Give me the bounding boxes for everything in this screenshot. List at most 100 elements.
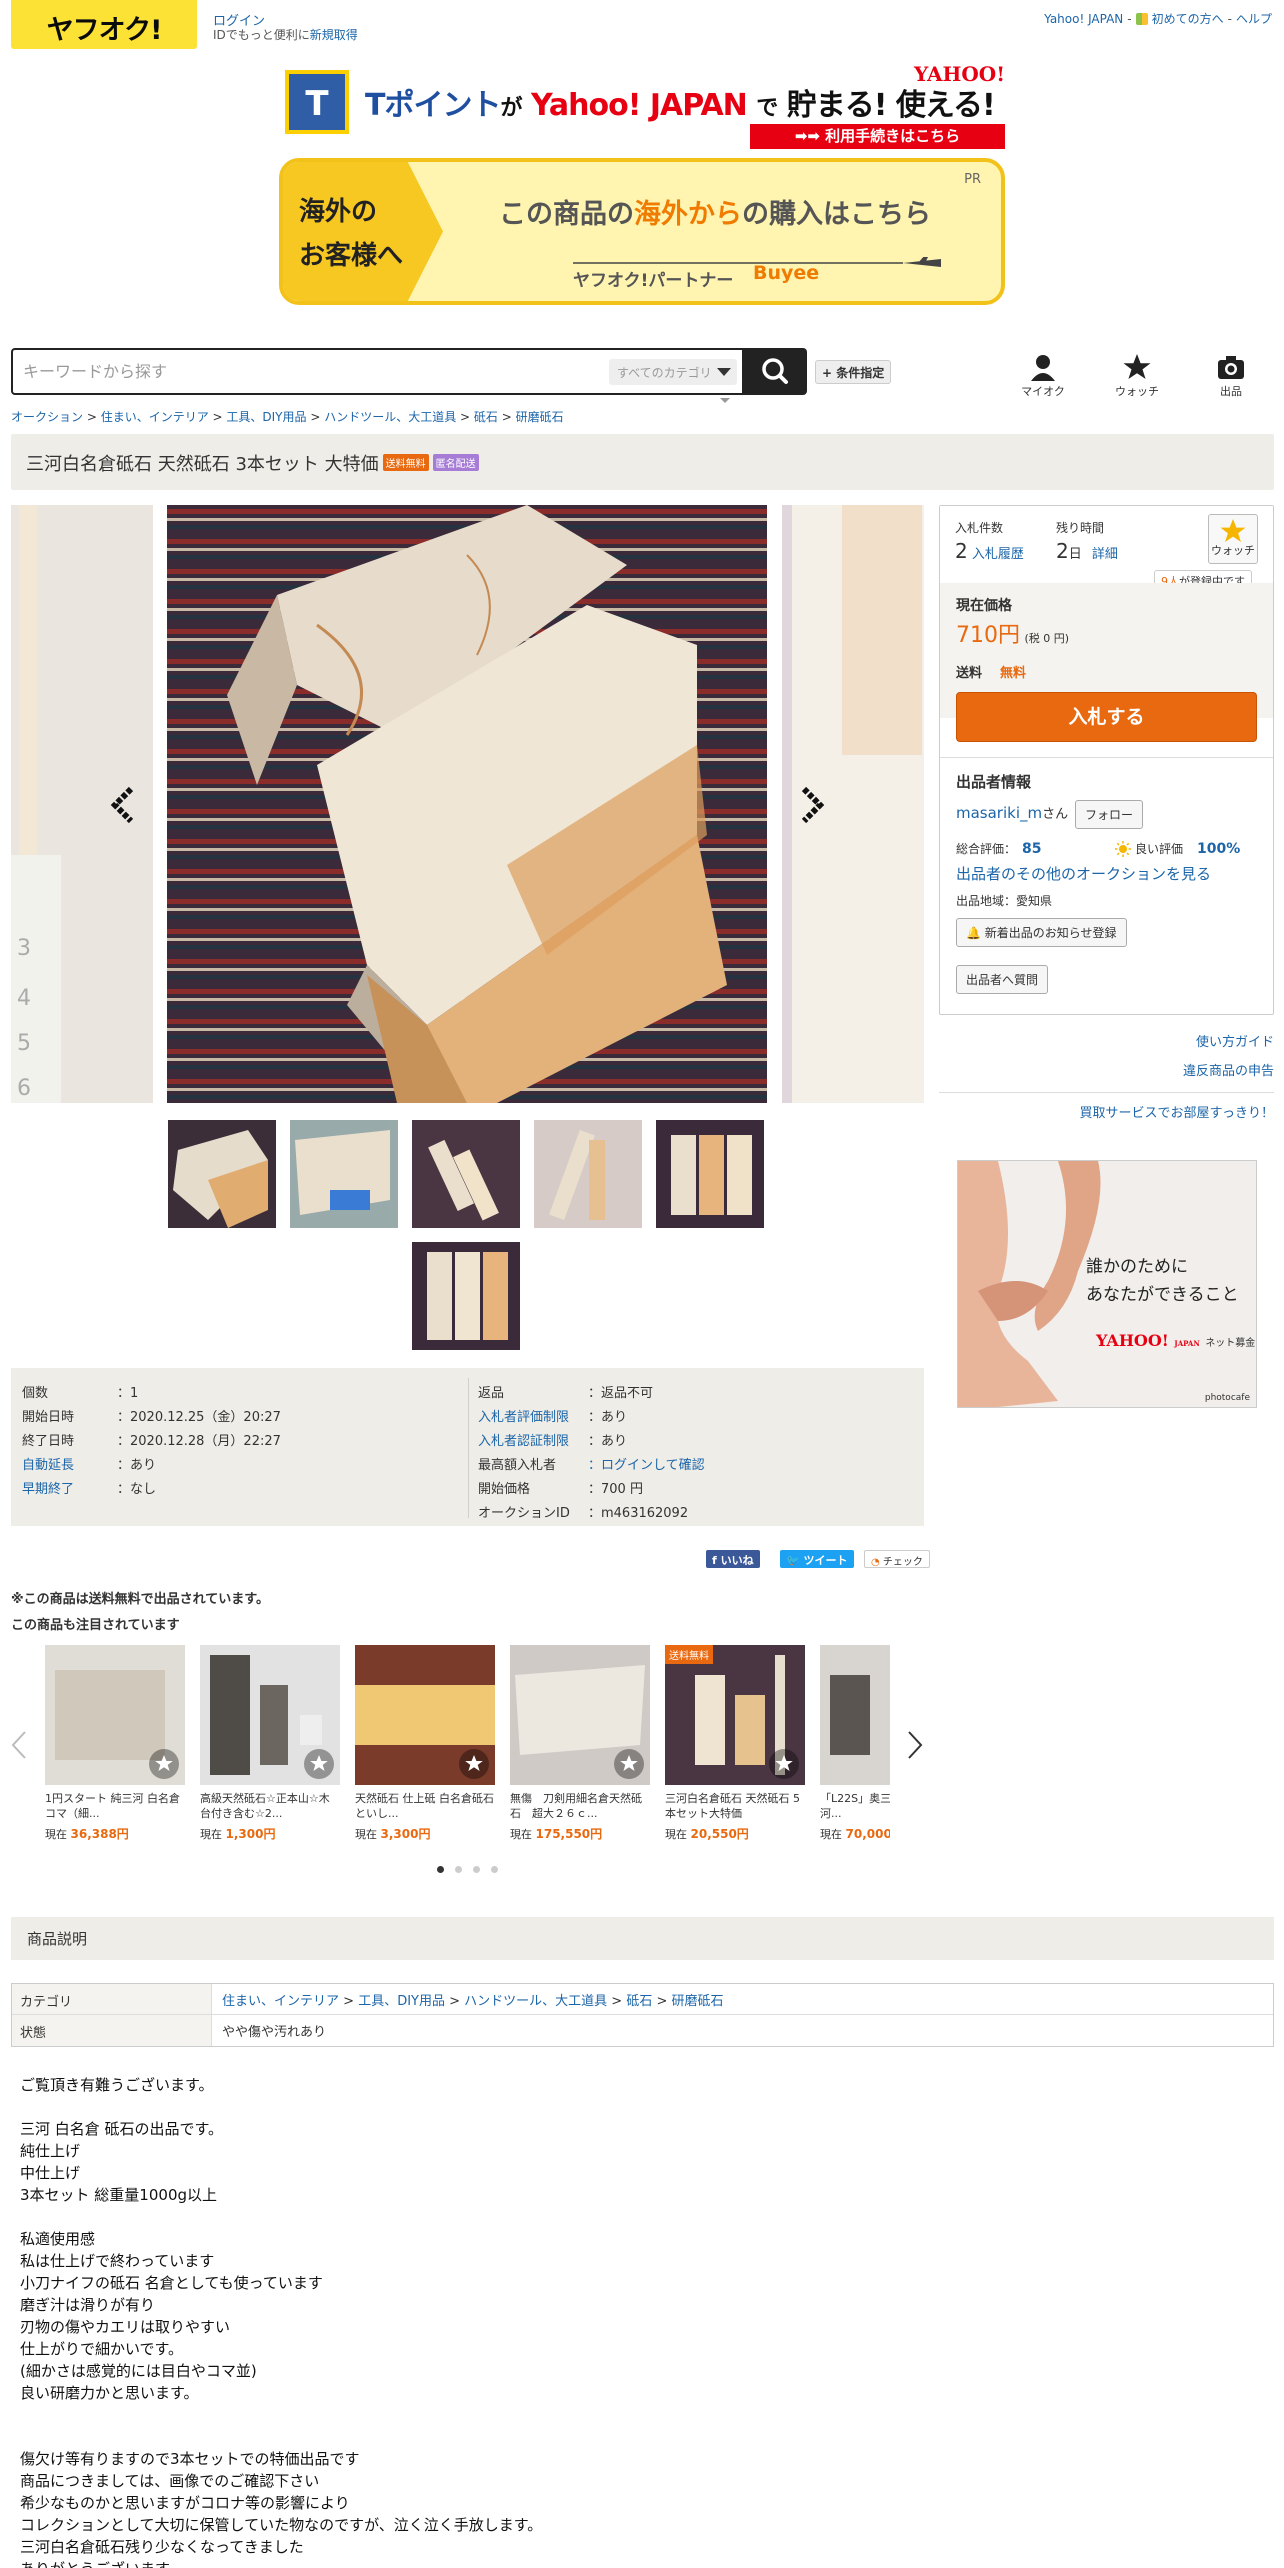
star-icon[interactable] bbox=[614, 1749, 644, 1779]
breadcrumb-item[interactable]: 砥石 bbox=[474, 410, 498, 424]
category-link[interactable]: ハンドツール、大工道具 bbox=[464, 1994, 607, 2009]
guide-link[interactable]: 使い方ガイド bbox=[1196, 1035, 1274, 1050]
facebook-like-button[interactable]: f いいね bbox=[706, 1550, 760, 1568]
condition-value: やや傷や汚れあり bbox=[222, 2025, 327, 2040]
tpoint-word: Tポイント bbox=[365, 88, 501, 123]
price-value: 175,550円 bbox=[535, 1827, 603, 1841]
sell-link[interactable]: 出品 bbox=[1201, 353, 1261, 399]
thumbnail[interactable] bbox=[168, 1120, 276, 1228]
thumbnail[interactable] bbox=[534, 1120, 642, 1228]
prev-arrow-icon[interactable] bbox=[109, 785, 139, 825]
follow-button[interactable]: フォロー bbox=[1075, 800, 1144, 829]
thumbnail[interactable] bbox=[656, 1120, 764, 1228]
main-product-image[interactable] bbox=[167, 505, 767, 1103]
breadcrumb-item[interactable]: オークション bbox=[11, 410, 83, 424]
breadcrumb-item[interactable]: ハンドツール、大工道具 bbox=[324, 410, 456, 424]
search-button[interactable] bbox=[744, 348, 807, 395]
charity-ad[interactable]: 誰かのために あなたができること YAHOO! JAPAN ネット募金 photo… bbox=[957, 1160, 1257, 1408]
search-input[interactable] bbox=[23, 350, 603, 393]
auto-extend-link[interactable]: 自動延長 bbox=[22, 1454, 117, 1473]
buyee-logo: Buyee bbox=[753, 262, 820, 284]
early-end-link[interactable]: 早期終了 bbox=[22, 1478, 117, 1497]
category-link[interactable]: 住まい、インテリア bbox=[222, 1994, 339, 2009]
info-row: 個数 ：1 bbox=[22, 1382, 138, 1406]
category-link[interactable]: 研磨砥石 bbox=[672, 1994, 724, 2009]
bidder-rating-limit-link[interactable]: 入札者評価制限 bbox=[478, 1406, 588, 1425]
current-price: 710円 (税 0 円) bbox=[956, 617, 1069, 649]
bid-history-link[interactable]: 入札履歴 bbox=[972, 547, 1024, 562]
yahuoku-logo[interactable]: ヤフオク! bbox=[11, 0, 197, 49]
star-icon[interactable] bbox=[304, 1749, 334, 1779]
related-item[interactable]: 「L22S」奥三河 三河白 三河... 現在 70,000円 bbox=[820, 1645, 890, 1842]
report-link[interactable]: 違反商品の申告 bbox=[1183, 1064, 1274, 1079]
current-price-label: 現在価格 bbox=[956, 598, 1012, 614]
sun-icon bbox=[1115, 840, 1131, 857]
top-links: Yahoo! JAPAN - 初めての方へ - ヘルプ bbox=[1044, 10, 1272, 27]
carousel-dot[interactable] bbox=[437, 1866, 444, 1873]
good-rating-link[interactable]: 100% bbox=[1197, 841, 1240, 857]
carousel-dot[interactable] bbox=[455, 1866, 462, 1873]
tweet-button[interactable]: 🐦 ツイート bbox=[780, 1550, 854, 1568]
seller-name-link[interactable]: masariki_m bbox=[956, 804, 1042, 822]
info-row: 自動延長 ：あり bbox=[22, 1454, 156, 1478]
tpoint-cta[interactable]: ➡➡ 利用手続きはこちら bbox=[750, 124, 1005, 149]
login-to-check-link[interactable]: ：ログインして確認 bbox=[588, 1458, 705, 1473]
check-label: チェック bbox=[882, 1557, 923, 1568]
help-link[interactable]: ヘルプ bbox=[1236, 10, 1272, 27]
search-box: すべてのカテゴリ bbox=[11, 348, 744, 395]
new-listing-notify-button[interactable]: 🔔 新着出品のお知らせ登録 bbox=[956, 918, 1127, 947]
condition-row: 状態 やや傷や汚れあり bbox=[12, 2015, 1273, 2046]
item-title-text: 三河白名倉砥石 天然砥石 3本セット 大特価 bbox=[26, 454, 379, 475]
myauc-link[interactable]: マイオク bbox=[1013, 353, 1073, 399]
like-label: いいね bbox=[720, 1554, 754, 1567]
rating-link[interactable]: 85 bbox=[1022, 841, 1041, 857]
related-item[interactable]: 1円スタート 純三河 白名倉 コマ（細... 現在 36,388円 bbox=[45, 1645, 185, 1842]
yahoo-japan-link[interactable]: Yahoo! JAPAN bbox=[1044, 12, 1123, 26]
related-item[interactable]: 天然砥石 仕上砥 白名倉砥石 といし... 現在 3,300円 bbox=[355, 1645, 495, 1842]
category-link[interactable]: 砥石 bbox=[626, 1994, 652, 2009]
carousel-dot[interactable] bbox=[473, 1866, 480, 1873]
price-label: 現在 bbox=[510, 1828, 532, 1841]
breadcrumb-item[interactable]: 住まい、インテリア bbox=[101, 410, 209, 424]
ask-seller-button[interactable]: 出品者へ質問 bbox=[956, 965, 1049, 994]
watch-button[interactable]: ウォッチ bbox=[1208, 514, 1258, 564]
seller-other-auctions-link[interactable]: 出品者のその他のオークションを見る bbox=[956, 863, 1211, 884]
shipping-label: 送料 bbox=[956, 666, 983, 681]
bidder-auth-limit-link[interactable]: 入札者認証制限 bbox=[478, 1430, 588, 1449]
breadcrumb-item[interactable]: 研磨砥石 bbox=[516, 410, 564, 424]
carousel-prev-icon[interactable] bbox=[10, 1730, 28, 1760]
related-carousel: 1円スタート 純三河 白名倉 コマ（細... 現在 36,388円 高級天然砥石… bbox=[45, 1645, 890, 1845]
check-button[interactable]: ◔ チェック bbox=[864, 1550, 930, 1568]
related-item[interactable]: 無傷 刀剣用細名倉天然砥石 超大２６ｃ... 現在 175,550円 bbox=[510, 1645, 650, 1842]
related-item[interactable]: 高級天然砥石☆正本山☆木台付き含む☆2... 現在 1,300円 bbox=[200, 1645, 340, 1842]
related-item[interactable]: 送料無料 三河白名倉砥石 天然砥石 5本セット大特価 現在 20,550円 bbox=[665, 1645, 805, 1842]
watch-link[interactable]: ウォッチ bbox=[1107, 353, 1167, 399]
thumbnail[interactable] bbox=[412, 1242, 520, 1350]
overseas-main-text: この商品の海外からの購入はこちら bbox=[499, 192, 931, 231]
register-link[interactable]: 新規取得 bbox=[310, 28, 358, 42]
next-arrow-icon[interactable] bbox=[796, 785, 826, 825]
star-icon[interactable] bbox=[149, 1749, 179, 1779]
time-left-number: 2 bbox=[1056, 539, 1069, 563]
right-links: 使い方ガイド 違反商品の申告 買取サービスでお部屋すっきり！ bbox=[939, 1028, 1274, 1128]
carousel-next-icon[interactable] bbox=[906, 1730, 924, 1760]
condition-button[interactable]: + 条件指定 bbox=[815, 360, 892, 384]
overseas-banner[interactable]: 海外の お客様へ この商品の海外からの購入はこちら PR ヤフオク!パートナー … bbox=[279, 158, 1005, 305]
category-link[interactable]: 工具、DIY用品 bbox=[358, 1994, 445, 2009]
breadcrumb-item[interactable]: 工具、DIY用品 bbox=[226, 410, 306, 424]
info-value: ：なし bbox=[117, 1482, 157, 1497]
buyback-link[interactable]: 買取サービスでお部屋すっきり！ bbox=[1080, 1106, 1274, 1121]
thumbnail[interactable] bbox=[290, 1120, 398, 1228]
star-icon[interactable] bbox=[769, 1749, 799, 1779]
item-title: 三河白名倉砥石 天然砥石 3本セット 大特価 送料無料 匿名配送 bbox=[26, 450, 479, 476]
star-icon[interactable] bbox=[459, 1749, 489, 1779]
thumbnail[interactable] bbox=[412, 1120, 520, 1228]
time-detail-link[interactable]: 詳細 bbox=[1092, 547, 1118, 562]
beginner-link[interactable]: 初めての方へ bbox=[1152, 10, 1224, 27]
related-image bbox=[510, 1645, 650, 1785]
tpoint-post: 貯まる! 使える! bbox=[786, 88, 996, 123]
bid-button[interactable]: 入札する bbox=[956, 692, 1257, 742]
category-select[interactable]: すべてのカテゴリ bbox=[609, 359, 737, 385]
carousel-dot[interactable] bbox=[491, 1866, 498, 1873]
tpoint-banner[interactable]: T Tポイントが Yahoo! JAPAN で 貯まる! 使える! YAHOO!… bbox=[285, 62, 1005, 152]
